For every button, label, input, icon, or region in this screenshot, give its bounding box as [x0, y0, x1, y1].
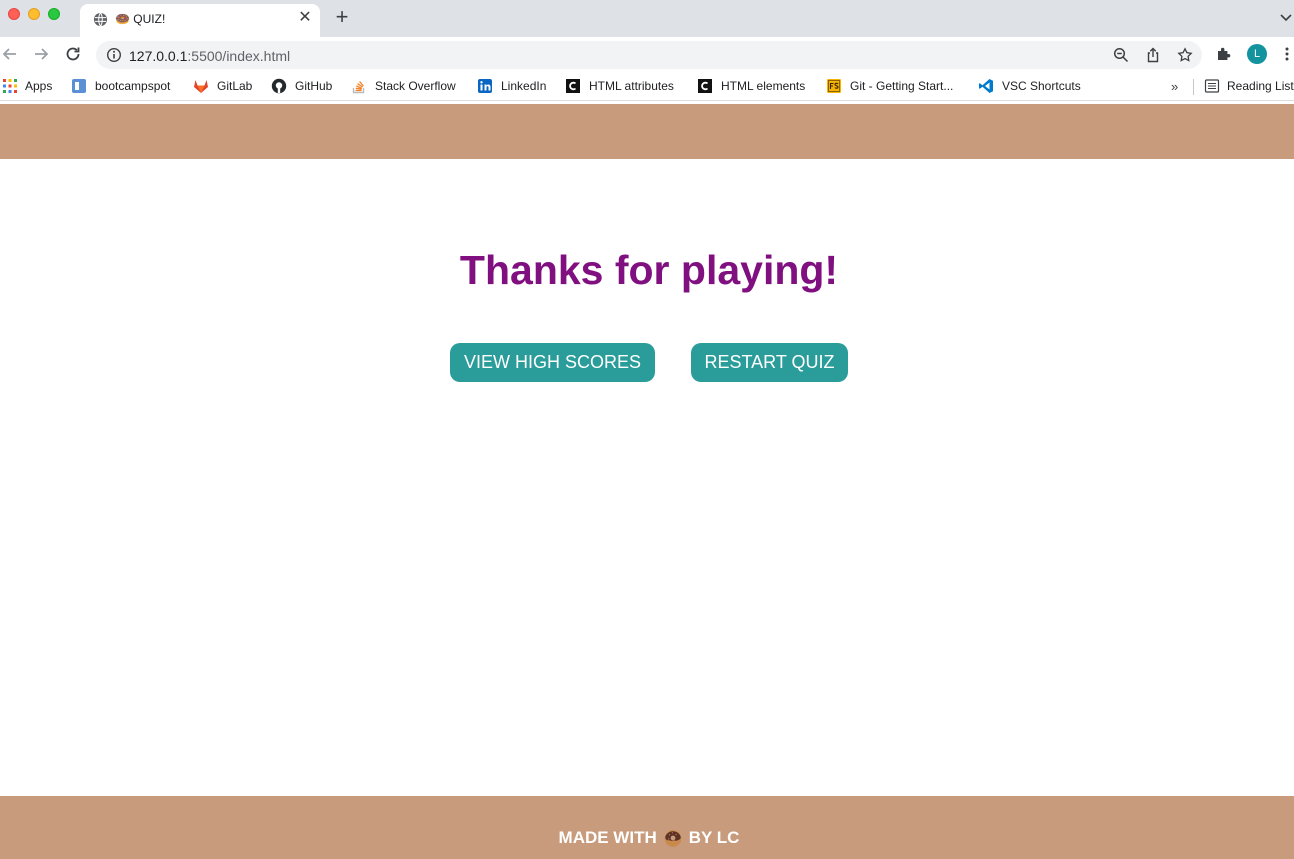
bookmark-label: Apps: [25, 79, 53, 93]
reading-list[interactable]: Reading List: [1204, 78, 1294, 94]
stackoverflow-icon: [352, 81, 365, 94]
bookmark-html-elements[interactable]: HTML elements: [697, 78, 805, 94]
bookmark-label: VSC Shortcuts: [1002, 79, 1081, 93]
bookmark-label: Git - Getting Start...: [850, 79, 954, 93]
donut-icon: [664, 830, 682, 847]
browser-menu-icon[interactable]: [1282, 46, 1292, 62]
more-bookmarks-chevron-icon[interactable]: »: [1171, 79, 1178, 94]
bookmark-star-icon[interactable]: [1177, 47, 1193, 63]
url-path: :5500/index.html: [187, 48, 291, 64]
site-footer: MADE WITH BY LC: [0, 796, 1294, 859]
profile-avatar[interactable]: L: [1247, 44, 1267, 64]
site-info-icon[interactable]: [106, 47, 122, 63]
bookmark-label: HTML elements: [721, 79, 806, 93]
footer-credit: MADE WITH BY LC: [0, 828, 1294, 848]
footer-text-after: BY LC: [688, 828, 740, 847]
reading-list-label: Reading List: [1227, 79, 1294, 93]
bookmark-label: HTML attributes: [589, 79, 674, 93]
bookmark-bootcampspot[interactable]: bootcampspot: [71, 78, 170, 94]
forward-arrow-icon[interactable]: [32, 45, 50, 63]
minimize-window-button[interactable]: [28, 8, 40, 20]
codecademy-icon: [698, 79, 712, 93]
close-window-button[interactable]: [8, 8, 20, 20]
url-host: 127.0.0.1: [129, 48, 188, 64]
bootcampspot-icon: [72, 79, 86, 93]
bookmark-label: GitHub: [295, 79, 333, 93]
bookmark-html-attributes[interactable]: HTML attributes: [565, 78, 674, 94]
bookmark-label: LinkedIn: [501, 79, 547, 93]
globe-icon: [93, 12, 108, 27]
bookmark-github[interactable]: GitHub: [271, 78, 332, 94]
bookmark-label: bootcampspot: [95, 79, 171, 93]
bookmark-label: GitLab: [217, 79, 253, 93]
page-title: Thanks for playing!: [459, 247, 839, 293]
bookmark-git-getting-started[interactable]: Git - Getting Start...: [826, 78, 953, 94]
bookmarks-bar: Apps bootcampspot GitLab GitHub Stack Ov…: [0, 71, 1294, 101]
extensions-puzzle-icon[interactable]: [1216, 46, 1232, 62]
browser-tab[interactable]: 🍩 QUIZ! ✕: [80, 4, 320, 37]
site-header: [0, 104, 1294, 159]
back-arrow-icon[interactable]: [1, 45, 19, 63]
quiz-end-screen: Thanks for playing! VIEW HIGH SCORES RES…: [0, 159, 1294, 796]
tab-search-chevron-icon[interactable]: [1279, 10, 1293, 24]
vscode-icon: [979, 79, 993, 93]
restart-quiz-button[interactable]: RESTART QUIZ: [691, 343, 848, 382]
share-icon[interactable]: [1145, 47, 1161, 63]
maximize-window-button[interactable]: [48, 8, 60, 20]
bookmark-gitlab[interactable]: GitLab: [193, 78, 252, 94]
reading-list-icon: [1204, 79, 1220, 93]
tab-title: 🍩 QUIZ!: [115, 12, 166, 26]
bookmark-label: Stack Overflow: [375, 79, 456, 93]
fs-icon: [827, 79, 841, 93]
view-high-scores-button[interactable]: VIEW HIGH SCORES: [450, 343, 655, 382]
new-tab-button[interactable]: +: [333, 6, 351, 28]
linkedin-icon: [478, 79, 492, 93]
close-tab-icon[interactable]: ✕: [298, 10, 312, 26]
gitlab-icon: [194, 80, 208, 93]
zoom-out-icon[interactable]: [1113, 47, 1129, 63]
browser-tab-strip: 🍩 QUIZ! ✕ +: [0, 0, 1294, 37]
apps-grid-icon: [3, 79, 17, 93]
browser-toolbar: 127.0.0.1:5500/index.html L: [0, 37, 1294, 71]
footer-text-before: MADE WITH: [558, 828, 657, 847]
bookmark-stack-overflow[interactable]: Stack Overflow: [351, 78, 456, 94]
bookmark-vsc-shortcuts[interactable]: VSC Shortcuts: [978, 78, 1081, 94]
bookmark-linkedin[interactable]: LinkedIn: [477, 78, 546, 94]
bookmarks-divider: [1193, 79, 1194, 95]
url-text: 127.0.0.1:5500/index.html: [129, 48, 290, 64]
bookmark-apps[interactable]: Apps: [2, 78, 52, 94]
address-bar[interactable]: 127.0.0.1:5500/index.html: [96, 41, 1202, 69]
reload-icon[interactable]: [64, 45, 82, 63]
github-icon: [271, 78, 287, 94]
codecademy-icon: [566, 79, 580, 93]
